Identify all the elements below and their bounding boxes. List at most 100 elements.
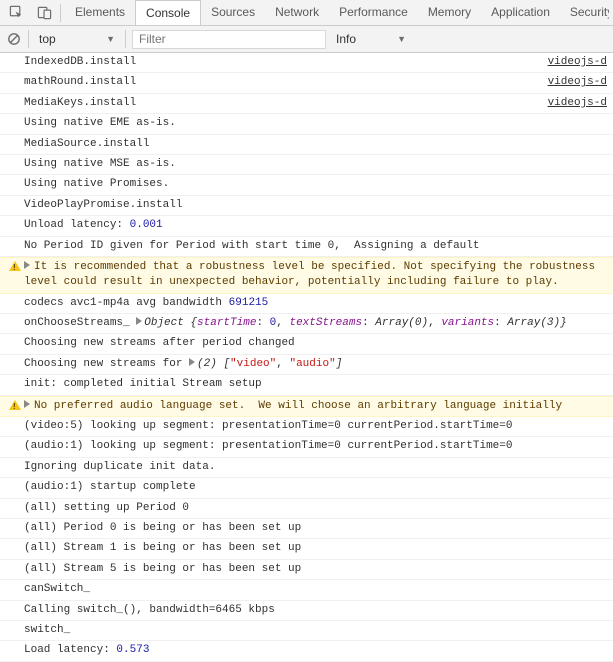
- log-message: init: completed initial Stream setup: [24, 377, 607, 392]
- log-row[interactable]: (video:5) looking up segment: presentati…: [0, 417, 613, 437]
- log-row[interactable]: IndexedDB.installvideojs-d: [0, 53, 613, 73]
- row-gutter: [0, 521, 24, 522]
- source-link[interactable]: videojs-d: [540, 55, 607, 70]
- log-row[interactable]: (all) Stream 5 is being or has been set …: [0, 560, 613, 580]
- row-gutter: [0, 419, 24, 420]
- context-selector[interactable]: top ▼: [35, 29, 119, 49]
- log-row[interactable]: (all) setting up Period 0: [0, 499, 613, 519]
- row-gutter: [0, 399, 24, 410]
- log-row-warning[interactable]: It is recommended that a robustness leve…: [0, 257, 613, 294]
- row-gutter: [0, 96, 24, 97]
- log-message: (all) Stream 1 is being or has been set …: [24, 541, 607, 556]
- row-gutter: [0, 137, 24, 138]
- log-row[interactable]: mathRound.installvideojs-d: [0, 73, 613, 93]
- row-gutter: [0, 75, 24, 76]
- row-gutter: [0, 439, 24, 440]
- log-message: switch_: [24, 623, 607, 638]
- row-gutter: [0, 296, 24, 297]
- row-gutter: [0, 198, 24, 199]
- log-message: (all) Period 0 is being or has been set …: [24, 521, 607, 536]
- log-row[interactable]: Load latency: 0.573: [0, 641, 613, 661]
- log-message: MediaSource.install: [24, 137, 607, 152]
- log-row[interactable]: Using native EME as-is.: [0, 114, 613, 134]
- log-row[interactable]: (all) Stream 1 is being or has been set …: [0, 539, 613, 559]
- log-row[interactable]: Using native MSE as-is.: [0, 155, 613, 175]
- expand-icon[interactable]: [189, 358, 195, 366]
- source-link[interactable]: videojs-d: [540, 75, 607, 90]
- row-gutter: [0, 157, 24, 158]
- tab-elements[interactable]: Elements: [65, 0, 135, 25]
- tab-application[interactable]: Application: [481, 0, 560, 25]
- clear-console-icon[interactable]: [6, 31, 22, 47]
- context-label: top: [39, 32, 56, 46]
- log-row[interactable]: Choosing new streams for (2) ["video", "…: [0, 355, 613, 375]
- row-gutter: [0, 377, 24, 378]
- log-row[interactable]: Choosing new streams after period change…: [0, 334, 613, 354]
- row-gutter: [0, 582, 24, 583]
- log-message: Load latency: 0.573: [24, 643, 607, 658]
- tab-sources[interactable]: Sources: [201, 0, 265, 25]
- row-gutter: [0, 260, 24, 271]
- log-row[interactable]: switch_: [0, 621, 613, 641]
- row-gutter: [0, 55, 24, 56]
- log-message: (audio:1) looking up segment: presentati…: [24, 439, 607, 454]
- log-row[interactable]: Using native Promises.: [0, 175, 613, 195]
- log-row[interactable]: MediaSource.install: [0, 135, 613, 155]
- log-row[interactable]: canSwitch_: [0, 580, 613, 600]
- row-gutter: [0, 336, 24, 337]
- log-level-selector[interactable]: Info ▼: [332, 29, 410, 49]
- log-row[interactable]: Unload latency: 0.001: [0, 216, 613, 236]
- log-row-warning[interactable]: No preferred audio language set. We will…: [0, 396, 613, 417]
- console-log[interactable]: IndexedDB.installvideojs-dmathRound.inst…: [0, 53, 613, 662]
- tab-security[interactable]: Security: [560, 0, 609, 25]
- device-toolbar-icon[interactable]: [32, 2, 56, 24]
- log-message: (audio:1) startup complete: [24, 480, 607, 495]
- devtools-toolbar: Elements Console Sources Network Perform…: [0, 0, 613, 26]
- tab-performance[interactable]: Performance: [329, 0, 418, 25]
- log-row[interactable]: (audio:1) looking up segment: presentati…: [0, 437, 613, 457]
- log-message: Unload latency: 0.001: [24, 218, 607, 233]
- tab-console[interactable]: Console: [135, 0, 201, 25]
- row-gutter: [0, 177, 24, 178]
- expand-icon[interactable]: [136, 317, 142, 325]
- console-filterbar: top ▼ Info ▼: [0, 26, 613, 53]
- inspect-element-icon[interactable]: [4, 2, 28, 24]
- warning-icon: [9, 400, 21, 410]
- row-gutter: [0, 623, 24, 624]
- log-message: codecs avc1-mp4a avg bandwidth 691215: [24, 296, 607, 311]
- log-row[interactable]: (audio:1) startup complete: [0, 478, 613, 498]
- source-link[interactable]: videojs-d: [540, 96, 607, 111]
- log-message: Using native MSE as-is.: [24, 157, 607, 172]
- log-message: canSwitch_: [24, 582, 607, 597]
- expand-icon[interactable]: [24, 261, 30, 269]
- log-message: Choosing new streams after period change…: [24, 336, 607, 351]
- divider: [125, 30, 126, 48]
- log-row[interactable]: VideoPlayPromise.install: [0, 196, 613, 216]
- log-row[interactable]: Calling switch_(), bandwidth=6465 kbps: [0, 601, 613, 621]
- log-row[interactable]: codecs avc1-mp4a avg bandwidth 691215: [0, 294, 613, 314]
- log-row[interactable]: onChooseStreams_ Object {startTime: 0, t…: [0, 314, 613, 334]
- panel-tabs: Elements Console Sources Network Perform…: [65, 0, 609, 25]
- chevron-down-icon: ▼: [106, 34, 115, 44]
- chevron-down-icon: ▼: [397, 34, 406, 44]
- row-gutter: [0, 562, 24, 563]
- log-message: IndexedDB.install: [24, 55, 540, 70]
- divider: [28, 30, 29, 48]
- log-message: mathRound.install: [24, 75, 540, 90]
- log-message: No preferred audio language set. We will…: [24, 399, 607, 414]
- log-row[interactable]: MediaKeys.installvideojs-d: [0, 94, 613, 114]
- tab-memory[interactable]: Memory: [418, 0, 481, 25]
- expand-icon[interactable]: [24, 400, 30, 408]
- row-gutter: [0, 501, 24, 502]
- log-row[interactable]: init: completed initial Stream setup: [0, 375, 613, 395]
- row-gutter: [0, 603, 24, 604]
- row-gutter: [0, 643, 24, 644]
- log-row[interactable]: (all) Period 0 is being or has been set …: [0, 519, 613, 539]
- log-message: Using native Promises.: [24, 177, 607, 192]
- filter-input[interactable]: [132, 30, 326, 49]
- log-message: onChooseStreams_ Object {startTime: 0, t…: [24, 316, 607, 331]
- log-message: No Period ID given for Period with start…: [24, 239, 607, 254]
- tab-network[interactable]: Network: [265, 0, 329, 25]
- log-row[interactable]: No Period ID given for Period with start…: [0, 237, 613, 257]
- log-row[interactable]: Ignoring duplicate init data.: [0, 458, 613, 478]
